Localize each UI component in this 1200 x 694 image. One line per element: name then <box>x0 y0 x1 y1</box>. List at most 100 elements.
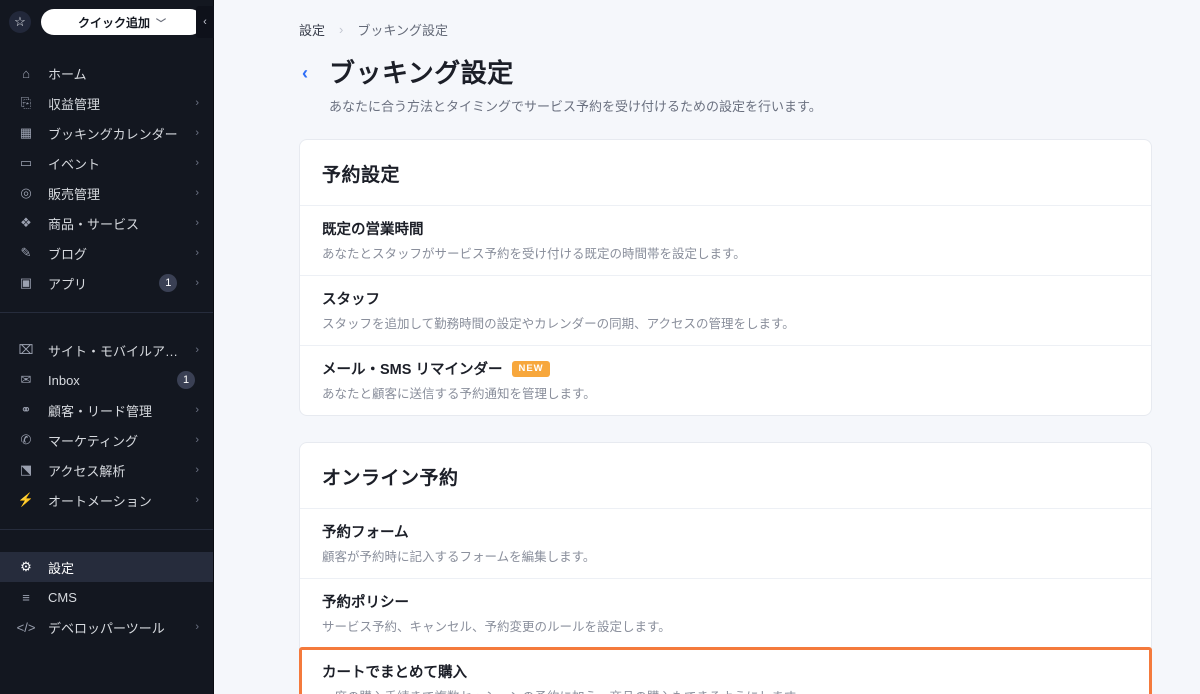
sidebar-item-label: マーケティング <box>48 431 181 450</box>
calendar-icon: ▦ <box>18 125 34 141</box>
sidebar-item-label: Inbox <box>48 373 163 388</box>
breadcrumb-root[interactable]: 設定 <box>299 20 325 39</box>
chevron-right-icon: › <box>195 434 199 446</box>
sidebar-item-label: 販売管理 <box>48 184 181 203</box>
sidebar-item-booking-cal[interactable]: ▦ ブッキングカレンダー › <box>0 118 213 148</box>
sidebar-item-blog[interactable]: ✎ブログ› <box>0 238 213 268</box>
chevron-right-icon: › <box>195 157 199 169</box>
chevron-right-icon: › <box>195 404 199 416</box>
settings-row-desc: あなたと顧客に送信する予約通知を管理します。 <box>322 383 1129 402</box>
chevron-left-icon: ‹ <box>203 16 207 28</box>
settings-row[interactable]: メール・SMS リマインダーNEW あなたと顧客に送信する予約通知を管理します。 <box>300 345 1151 415</box>
settings-row-desc: 顧客が予約時に記入するフォームを編集します。 <box>322 546 1129 565</box>
settings-row[interactable]: 既定の営業時間あなたとスタッフがサービス予約を受け付ける既定の時間帯を設定します… <box>300 205 1151 275</box>
settings-row-desc: サービス予約、キャンセル、予約変更のルールを設定します。 <box>322 616 1129 635</box>
sidebar-item-label: イベント <box>48 154 181 173</box>
sidebar-item-site-mobile[interactable]: ⌧サイト・モバイルアプリ› <box>0 335 213 365</box>
sidebar-item-label: 商品・サービス <box>48 214 181 233</box>
sidebar-item-label: サイト・モバイルアプリ <box>48 341 181 360</box>
chart-icon: ⬔ <box>18 462 34 478</box>
sidebar-item-home[interactable]: ⌂ホーム <box>0 58 213 88</box>
revenue-icon: ⎘ <box>18 95 34 111</box>
sidebar-item-inbox[interactable]: ✉ Inbox 1 <box>0 365 213 395</box>
sidebar-item-apps[interactable]: ▣ アプリ 1 › <box>0 268 213 298</box>
people-icon: ⚭ <box>18 402 34 418</box>
new-badge: NEW <box>512 361 549 377</box>
bolt-icon: ⚡ <box>18 492 34 508</box>
page-header: ‹ ブッキング設定 あなたに合う方法とタイミングでサービス予約を受け付けるための… <box>299 53 1152 115</box>
page-description: あなたに合う方法とタイミングでサービス予約を受け付けるための設定を行います。 <box>329 96 822 115</box>
sidebar-item-label: CMS <box>48 590 199 605</box>
chevron-right-icon: › <box>195 127 199 139</box>
sidebar-item-label: 収益管理 <box>48 94 181 113</box>
blog-icon: ✎ <box>18 245 34 261</box>
settings-row-title: スタッフ <box>322 288 1129 309</box>
settings-row-title: カートでまとめて購入 <box>322 661 1129 682</box>
sidebar-item-devtools[interactable]: </> デベロッパーツール › <box>0 612 213 642</box>
settings-row-desc: あなたとスタッフがサービス予約を受け付ける既定の時間帯を設定します。 <box>322 243 1129 262</box>
sidebar: ‹ ☆ クイック追加 ﹀ ⌂ホーム⎘収益管理›▦ブッキングカレンダー›▭イベント… <box>0 0 213 694</box>
sidebar-item-label: ブッキングカレンダー <box>48 124 181 143</box>
chevron-down-icon: ﹀ <box>156 15 166 30</box>
back-button[interactable]: ‹ <box>299 63 311 84</box>
code-icon: </> <box>18 619 34 635</box>
sidebar-item-events[interactable]: ▭イベント› <box>0 148 213 178</box>
chevron-right-icon: › <box>195 621 199 633</box>
settings-row-title: メール・SMS リマインダーNEW <box>322 358 1129 379</box>
main-content: 設定 › ブッキング設定 ‹ ブッキング設定 あなたに合う方法とタイミングでサー… <box>213 0 1200 694</box>
sidebar-item-analytics[interactable]: ⬔ アクセス解析 › <box>0 455 213 485</box>
sidebar-item-label: デベロッパーツール <box>48 618 181 637</box>
sidebar-item-sales[interactable]: ◎販売管理› <box>0 178 213 208</box>
settings-row-title: 予約ポリシー <box>322 591 1129 612</box>
sidebar-item-catalog[interactable]: ❖商品・サービス› <box>0 208 213 238</box>
sidebar-badge: 1 <box>159 274 177 292</box>
settings-row[interactable]: 予約フォーム顧客が予約時に記入するフォームを編集します。 <box>300 508 1151 578</box>
settings-row-title: 既定の営業時間 <box>322 218 1129 239</box>
settings-row-title: 予約フォーム <box>322 521 1129 542</box>
star-icon: ☆ <box>14 14 26 30</box>
sidebar-item-crm[interactable]: ⚭ 顧客・リード管理 › <box>0 395 213 425</box>
settings-card: 予約設定既定の営業時間あなたとスタッフがサービス予約を受け付ける既定の時間帯を設… <box>299 139 1152 416</box>
favorite-button[interactable]: ☆ <box>9 11 31 33</box>
sidebar-divider <box>0 529 213 530</box>
card-title: オンライン予約 <box>300 443 1151 508</box>
devices-icon: ⌧ <box>18 342 34 358</box>
sidebar-item-marketing[interactable]: ✆マーケティング› <box>0 425 213 455</box>
chevron-right-icon: › <box>195 277 199 289</box>
chevron-right-icon: › <box>195 97 199 109</box>
chevron-right-icon: › <box>195 464 199 476</box>
chevron-right-icon: › <box>195 494 199 506</box>
settings-row[interactable]: スタッフスタッフを追加して勤務時間の設定やカレンダーの同期、アクセスの管理をしま… <box>300 275 1151 345</box>
chevron-right-icon: › <box>195 217 199 229</box>
chevron-right-icon: › <box>195 247 199 259</box>
sidebar-item-label: アクセス解析 <box>48 461 181 480</box>
chevron-right-icon: › <box>339 22 343 37</box>
sidebar-badge: 1 <box>177 371 195 389</box>
settings-row-desc: スタッフを追加して勤務時間の設定やカレンダーの同期、アクセスの管理をします。 <box>322 313 1129 332</box>
apps-icon: ▣ <box>18 275 34 291</box>
settings-card: オンライン予約予約フォーム顧客が予約時に記入するフォームを編集します。予約ポリシ… <box>299 442 1152 694</box>
sidebar-item-label: 顧客・リード管理 <box>48 401 181 420</box>
sidebar-item-automation[interactable]: ⚡ オートメーション › <box>0 485 213 515</box>
inbox-icon: ✉ <box>18 372 34 388</box>
sidebar-top: ☆ クイック追加 ﹀ <box>0 0 213 44</box>
sidebar-item-label: ホーム <box>48 64 199 83</box>
page-title: ブッキング設定 <box>329 53 822 90</box>
sidebar-item-cms[interactable]: ≡CMS <box>0 582 213 612</box>
card-title: 予約設定 <box>300 140 1151 205</box>
settings-sections: 予約設定既定の営業時間あなたとスタッフがサービス予約を受け付ける既定の時間帯を設… <box>299 139 1152 694</box>
sidebar-section-main: ⌂ホーム⎘収益管理›▦ブッキングカレンダー›▭イベント›◎販売管理›❖商品・サー… <box>0 44 213 304</box>
sidebar-section-system: ⚙設定≡CMS </> デベロッパーツール › <box>0 538 213 648</box>
sidebar-item-label: 設定 <box>48 558 199 577</box>
sidebar-item-revenue[interactable]: ⎘ 収益管理 › <box>0 88 213 118</box>
quick-add-button[interactable]: クイック追加 ﹀ <box>41 9 203 35</box>
sidebar-item-settings[interactable]: ⚙設定 <box>0 552 213 582</box>
sales-icon: ◎ <box>18 185 34 201</box>
breadcrumb-current: ブッキング設定 <box>357 20 448 39</box>
quick-add-label: クイック追加 <box>78 14 150 31</box>
sidebar-item-label: オートメーション <box>48 491 181 510</box>
settings-row[interactable]: カートでまとめて購入一度の購入手続きで複数セッションの予約に加え、商品の購入もで… <box>300 648 1151 694</box>
sidebar-item-label: アプリ <box>48 274 145 293</box>
sidebar-collapse-button[interactable]: ‹ <box>196 6 214 38</box>
settings-row[interactable]: 予約ポリシーサービス予約、キャンセル、予約変更のルールを設定します。 <box>300 578 1151 648</box>
